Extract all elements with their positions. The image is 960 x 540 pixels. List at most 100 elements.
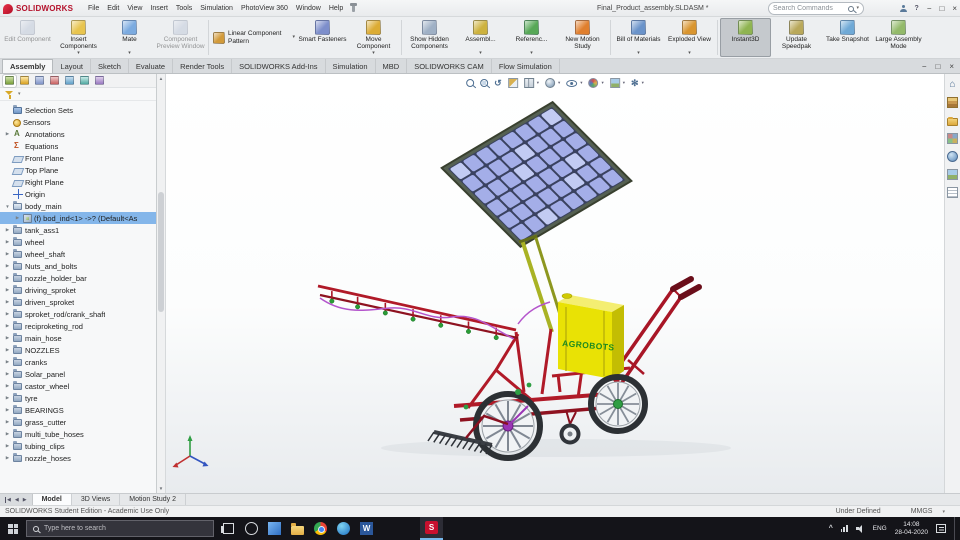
ribbon-large-assembly-mode[interactable]: Large Assembly Mode [873,18,924,57]
expand-arrow-icon[interactable]: ▶ [4,287,11,293]
tab-evaluate[interactable]: Evaluate [129,59,174,73]
taskbar-clock[interactable]: 14:08 28-04-2020 [895,521,928,537]
panel-tab-dimxpert-manager[interactable] [48,75,61,87]
spray-boom[interactable] [317,284,551,341]
panel-tab-feature-manager[interactable] [3,74,16,87]
model-tab-3d-views[interactable]: 3D Views [72,494,121,505]
tree-item-origin[interactable]: Origin [0,188,156,200]
tree-item-bearings[interactable]: ▶ BEARINGS [0,404,156,416]
design-library-icon[interactable] [947,97,958,108]
scroll-down-icon[interactable]: ▼ [157,484,165,493]
taskbar-app-solidworks[interactable] [420,517,443,540]
expand-arrow-icon[interactable]: ▶ [4,299,11,305]
ribbon-exploded-view[interactable]: Exploded View ▾ [664,18,715,57]
menu-simulation[interactable]: Simulation [196,0,237,17]
expand-arrow-icon[interactable]: ▶ [4,131,11,137]
search-icon[interactable] [848,5,855,12]
previous-view-icon[interactable]: ↺ [494,78,502,88]
document-minimize-button[interactable]: − [922,58,927,75]
expand-arrow-icon[interactable]: ▶ [4,347,11,353]
tree-item-wheel-shaft[interactable]: ▶ wheel_shaft [0,248,156,260]
zoom-fit-icon[interactable] [466,79,475,87]
next-tab-button[interactable]: ▶ [23,497,27,503]
tree-item-sensors[interactable]: Sensors [0,116,156,128]
ribbon-instant3d[interactable]: Instant3D [720,18,771,57]
section-view-icon[interactable] [507,77,518,88]
tree-item-body-main[interactable]: ▼ body_main [0,200,156,212]
help-icon[interactable]: ? [915,5,919,12]
chevron-down-icon[interactable]: ▾ [580,80,582,86]
tab-layout[interactable]: Layout [53,59,91,73]
tree-item-main-hose[interactable]: ▶ main_hose [0,332,156,344]
panel-tab-cam-operation-tree[interactable] [93,75,106,87]
ribbon-update-speedpak[interactable]: Update Speedpak [771,18,822,57]
expand-arrow-icon[interactable]: ▶ [4,407,11,413]
tank[interactable]: AGROBOTS [558,293,624,380]
scrollbar-thumb[interactable] [158,192,164,312]
expand-arrow-icon[interactable]: ▶ [14,215,21,221]
expand-arrow-icon[interactable]: ▶ [4,275,11,281]
apply-scene-icon[interactable] [609,77,620,88]
filter-icon[interactable] [5,90,14,99]
tree-item-top-plane[interactable]: Top Plane [0,164,156,176]
tab-mbd[interactable]: MBD [376,59,408,73]
view-orientation-icon[interactable] [523,77,534,88]
tree-scrollbar[interactable]: ▲ ▼ [157,74,166,493]
tree-item-front-plane[interactable]: Front Plane [0,152,156,164]
ribbon-take-snapshot[interactable]: Take Snapshot [822,18,873,57]
minimize-button[interactable]: − [927,0,932,17]
taskbar-app-photos[interactable] [263,517,286,540]
document-close-button[interactable]: × [949,58,954,75]
show-desktop-button[interactable] [954,517,958,540]
ribbon-new-motion-study[interactable]: New Motion Study [557,18,608,57]
network-icon[interactable] [840,525,848,532]
graphics-viewport[interactable]: AGROBOTS ↺ ▾ ▾ ▾ ▾ ▾ ✻ ▾ [166,74,944,493]
solar-panel[interactable] [440,100,633,248]
edit-appearance-icon[interactable] [588,77,599,88]
chevron-down-icon[interactable]: ▾ [558,80,560,86]
menu-window[interactable]: Window [292,0,325,17]
hide-show-items-icon[interactable] [566,80,578,87]
tree-item-cranks[interactable]: ▶ cranks [0,356,156,368]
panel-tab-configuration-manager[interactable] [33,75,46,87]
expand-arrow-icon[interactable]: ▶ [4,359,11,365]
tree-item-selection-sets[interactable]: Selection Sets [0,104,156,116]
command-search-input[interactable] [773,5,847,12]
expand-arrow-icon[interactable]: ▶ [4,443,11,449]
ribbon-linear-component-pattern[interactable]: Linear Component Pattern ▾ [211,30,297,45]
taskbar-app-chrome[interactable] [309,517,332,540]
tree-item-driving-sproket[interactable]: ▶ driving_sproket [0,284,156,296]
tree-item-right-plane[interactable]: Right Plane [0,176,156,188]
tree-item-annotations[interactable]: ▶ Annotations [0,128,156,140]
tree-item-tyre[interactable]: ▶ tyre [0,392,156,404]
document-restore-button[interactable]: □ [935,58,940,75]
tree-item-driven-sproket[interactable]: ▶ driven_sproket [0,296,156,308]
chevron-down-icon[interactable]: ▾ [942,509,945,515]
tab-simulation[interactable]: Simulation [326,59,376,73]
chevron-down-icon[interactable]: ▾ [856,2,859,15]
expand-arrow-icon[interactable]: ▶ [4,431,11,437]
tree-item-nozzle-hoses[interactable]: ▶ nozzle_hoses [0,452,156,464]
front-wheel[interactable] [473,391,543,461]
chevron-down-icon[interactable]: ▾ [642,80,644,86]
expand-arrow-icon[interactable]: ▶ [4,251,11,257]
tree-item-nuts-and-bolts[interactable]: ▶ Nuts_and_bolts [0,260,156,272]
tree-item-multi-tube-hoses[interactable]: ▶ multi_tube_hoses [0,428,156,440]
menu-tools[interactable]: Tools [172,0,196,17]
scenes-icon[interactable] [947,169,958,180]
expand-arrow-icon[interactable]: ▶ [4,383,11,389]
language-indicator[interactable]: ENG [873,525,887,532]
close-button[interactable]: × [952,0,957,17]
rear-wheel[interactable] [588,374,648,434]
user-icon[interactable] [899,5,907,12]
ribbon-assembl[interactable]: Assembl... ▾ [455,18,506,57]
tree-item-equations[interactable]: Equations [0,140,156,152]
chevron-down-icon[interactable]: ▾ [623,80,625,86]
menu-view[interactable]: View [123,0,146,17]
tab-flow-simulation[interactable]: Flow Simulation [492,59,560,73]
tab-sketch[interactable]: Sketch [91,59,129,73]
menu-insert[interactable]: Insert [146,0,172,17]
first-tab-button[interactable]: ◀ [5,496,11,503]
taskbar-app-task-view[interactable] [217,517,240,540]
expand-arrow-icon[interactable]: ▶ [4,335,11,341]
